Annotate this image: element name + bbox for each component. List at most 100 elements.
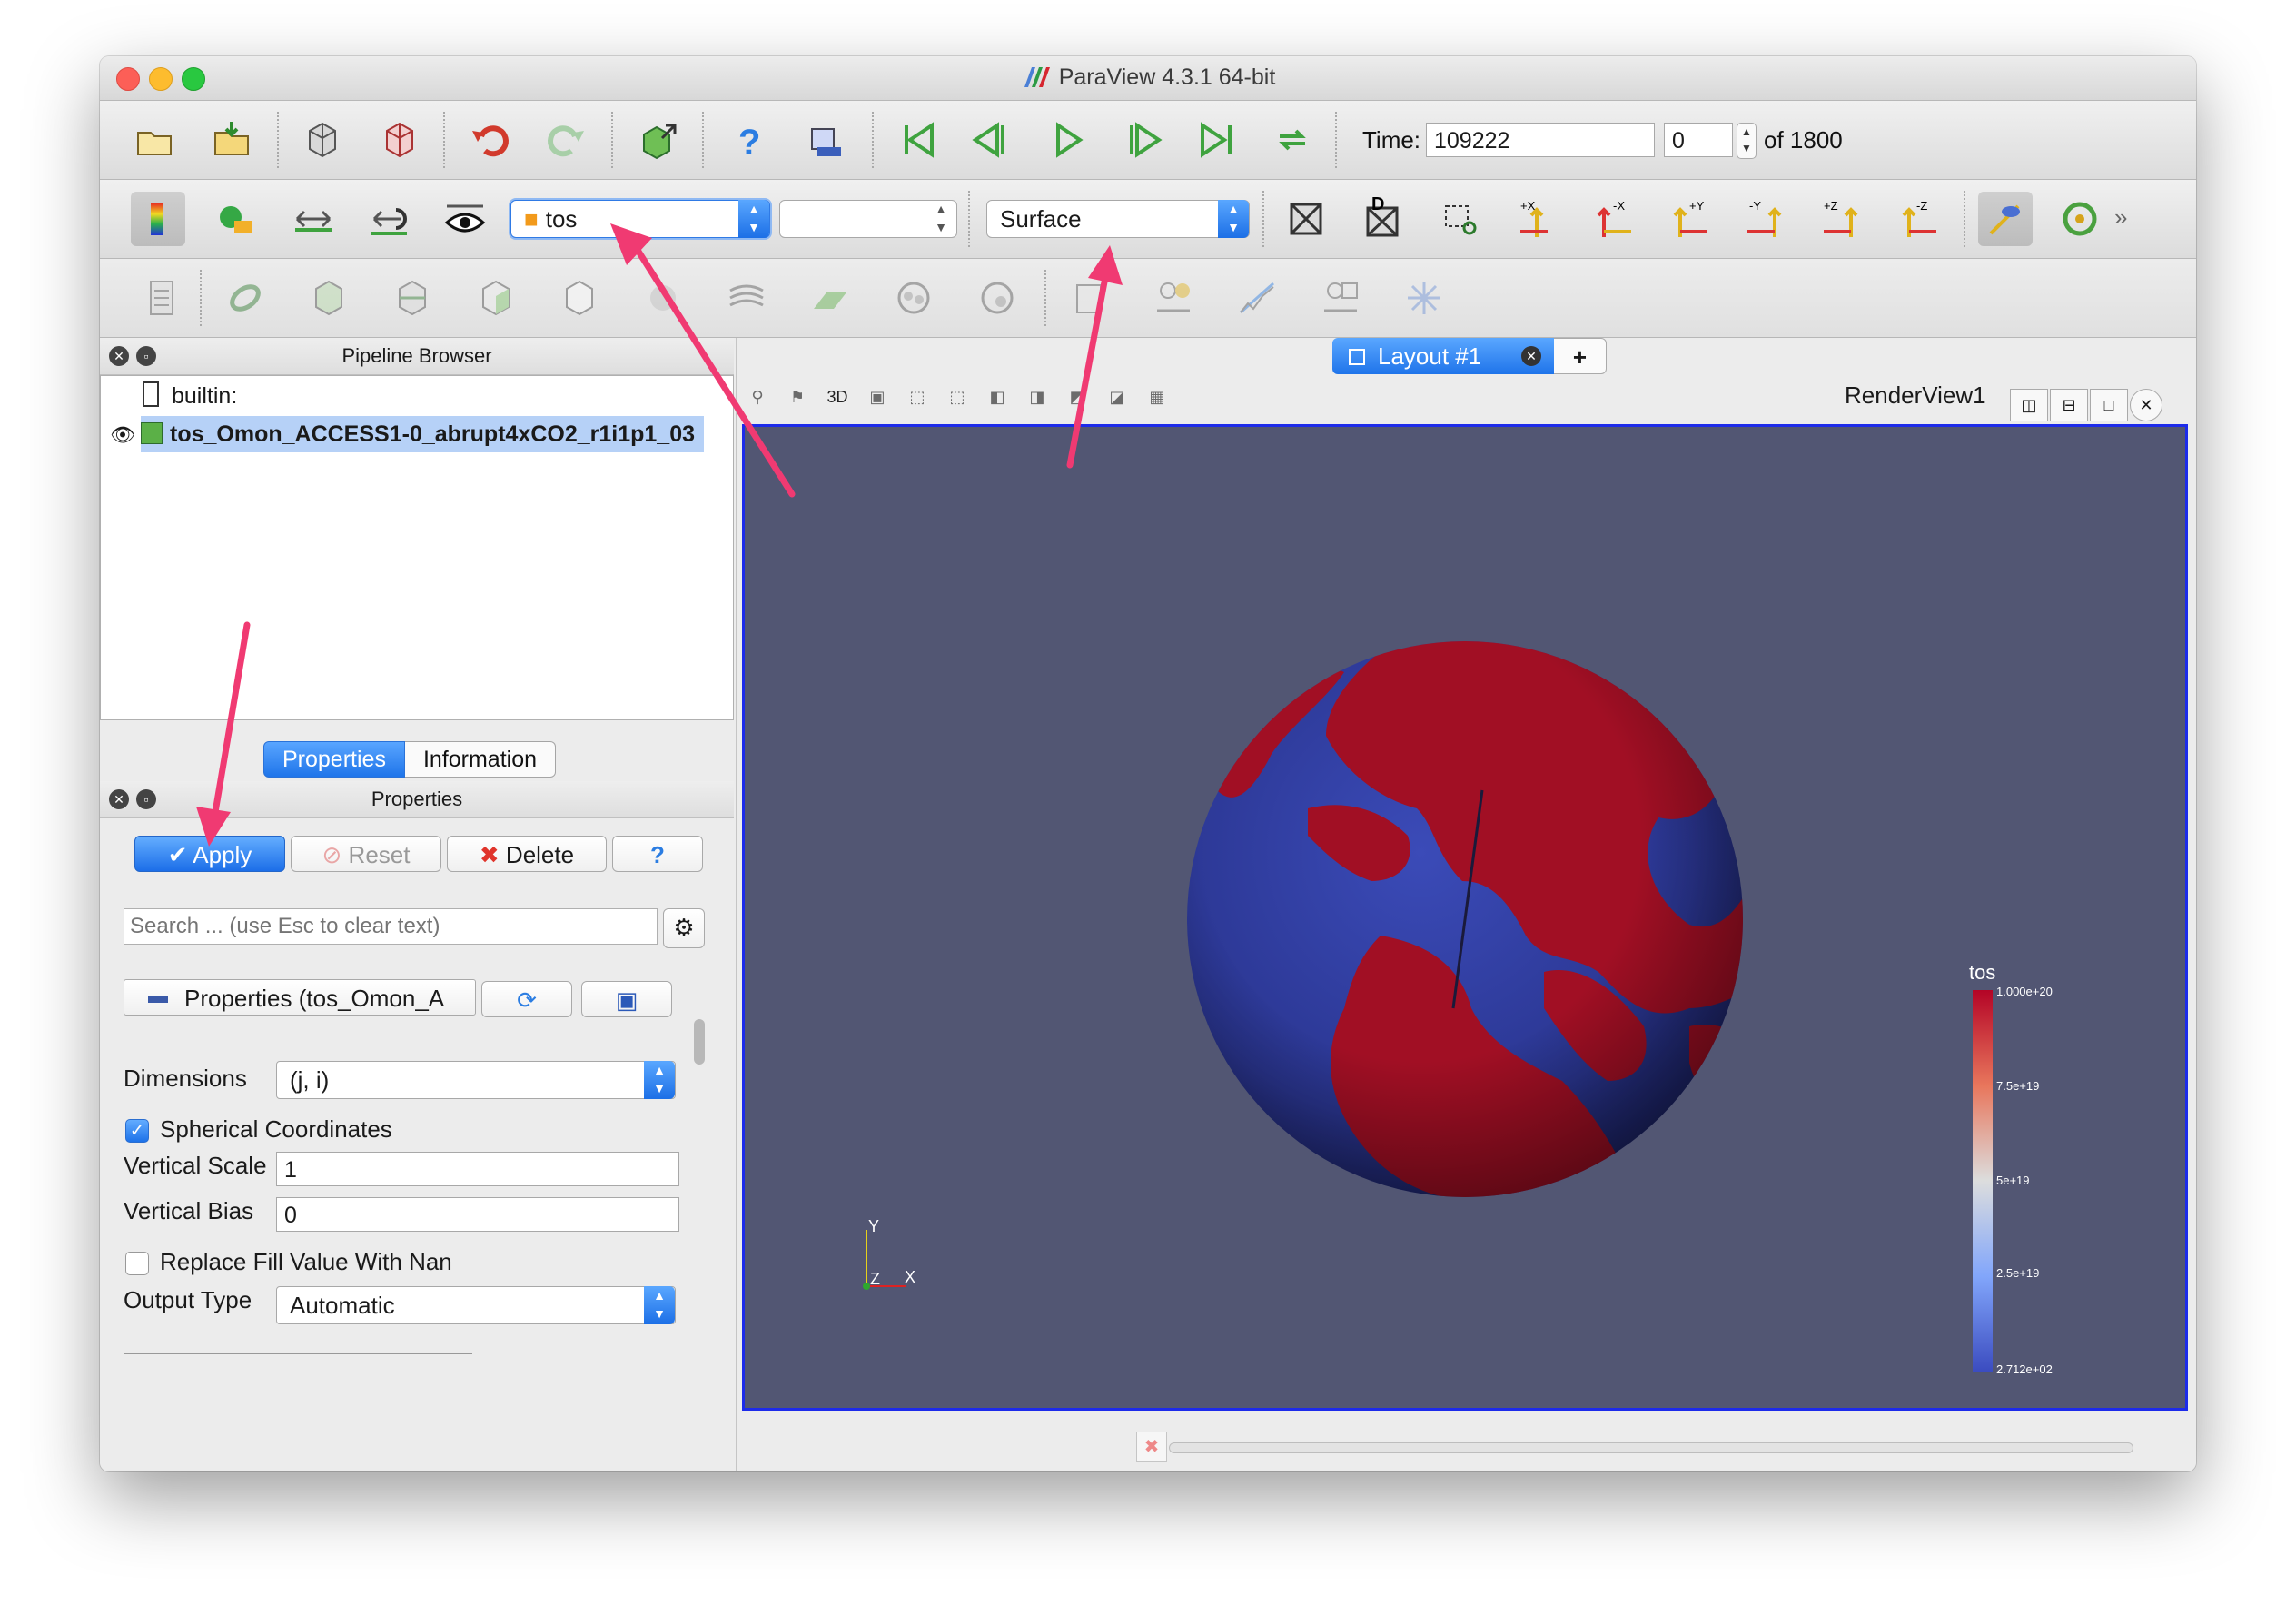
float-panel-icon[interactable]: ▫	[136, 346, 156, 366]
close-properties-icon[interactable]: ✕	[109, 789, 129, 809]
representation-select[interactable]: Surface ▲ ▼	[986, 200, 1250, 238]
reset-camera-icon[interactable]	[1279, 192, 1333, 246]
warp-icon[interactable]	[803, 271, 857, 325]
overflow-chevron-icon[interactable]: »	[2114, 203, 2127, 232]
tab-layout-1[interactable]: Layout #1 ✕	[1332, 338, 1554, 374]
rescale-range-icon[interactable]	[286, 192, 341, 246]
capture-icon[interactable]: ⚲	[744, 383, 771, 411]
screenshot-icon[interactable]: ▣	[864, 383, 891, 411]
abort-icon[interactable]: ✖	[1136, 1432, 1167, 1462]
camera-link-icon[interactable]	[797, 113, 852, 167]
help-button[interactable]: ?	[612, 836, 703, 872]
tab-properties[interactable]: Properties	[263, 741, 405, 778]
tab-information[interactable]: Information	[404, 741, 557, 778]
load-state-icon[interactable]	[204, 113, 259, 167]
visibility-eye-icon[interactable]: 👁	[110, 417, 135, 453]
view-minus-z-icon[interactable]: -Z	[1891, 192, 1945, 246]
apply-button[interactable]: ✔ Apply	[134, 836, 285, 872]
save-properties-icon[interactable]: ▣	[581, 981, 672, 1017]
view-plus-z-icon[interactable]: +Z	[1815, 192, 1869, 246]
component-select[interactable]: ▲ ▼	[779, 200, 957, 238]
plot-data-icon[interactable]	[1230, 271, 1284, 325]
interaction-icon[interactable]: ⚑	[784, 383, 811, 411]
reset-button[interactable]: ⊘ Reset	[291, 836, 441, 872]
slice-icon[interactable]	[385, 271, 440, 325]
stream-tracer-icon[interactable]	[719, 271, 774, 325]
select-points-icon[interactable]: ⬚	[944, 383, 971, 411]
previous-frame-icon[interactable]	[965, 113, 1019, 167]
split-horizontal-icon[interactable]: ◫	[2010, 389, 2048, 421]
pipeline-item-builtin[interactable]: builtin:	[143, 378, 724, 414]
extract-level-icon[interactable]	[970, 271, 1024, 325]
view-plus-x-icon[interactable]: +X	[1509, 192, 1564, 246]
close-panel-icon[interactable]: ✕	[109, 346, 129, 366]
time-step-field[interactable]: 0	[1664, 123, 1733, 157]
extract-subset-icon[interactable]	[552, 271, 607, 325]
last-frame-icon[interactable]	[1190, 113, 1244, 167]
plot-over-time-icon[interactable]	[1313, 271, 1368, 325]
view-minus-x-icon[interactable]: -X	[1586, 192, 1640, 246]
delete-button[interactable]: ✖ Delete	[447, 836, 607, 872]
time-step-spinner[interactable]: ▲ ▼	[1737, 123, 1757, 159]
time-value-field[interactable]: 109222	[1426, 123, 1655, 157]
clip-icon[interactable]	[302, 271, 356, 325]
float-properties-icon[interactable]: ▫	[136, 789, 156, 809]
close-view-icon[interactable]: ✕	[2130, 389, 2162, 421]
help-icon[interactable]: ?	[722, 113, 777, 167]
select-polygon-icon[interactable]: ◨	[1024, 383, 1051, 411]
save-data-icon[interactable]	[295, 113, 350, 167]
render-view[interactable]: Y X Z tos 1.000e+20 7.5e+19 5e+19 2.5e+1…	[742, 424, 2188, 1411]
first-frame-icon[interactable]	[890, 113, 945, 167]
contour-icon[interactable]	[218, 271, 272, 325]
save-state-icon[interactable]	[372, 113, 427, 167]
output-type-select[interactable]: Automatic ▲ ▼	[276, 1286, 676, 1324]
view-minus-y-icon[interactable]: -Y	[1738, 192, 1793, 246]
connect-icon[interactable]	[631, 113, 686, 167]
vertical-bias-field[interactable]: 0	[276, 1197, 679, 1232]
glyph-icon[interactable]	[636, 271, 690, 325]
redo-icon[interactable]	[539, 113, 593, 167]
dimensions-select[interactable]: (j, i) ▲ ▼	[276, 1061, 676, 1099]
open-folder-icon[interactable]	[127, 113, 182, 167]
next-frame-icon[interactable]	[1115, 113, 1170, 167]
interactive-select-icon[interactable]: ◪	[1103, 383, 1131, 411]
split-vertical-icon[interactable]: ⊟	[2050, 389, 2088, 421]
group-datasets-icon[interactable]	[886, 271, 941, 325]
select-cells-icon[interactable]: ⬚	[904, 383, 931, 411]
search-input[interactable]	[124, 908, 658, 945]
advanced-gear-icon[interactable]: ⚙	[663, 908, 705, 948]
properties-vscrollbar[interactable]	[694, 1019, 705, 1065]
pipeline-item-source[interactable]: 👁 tos_Omon_ACCESS1-0_abrupt4xCO2_r1i1p1_…	[110, 416, 733, 452]
replace-fill-checkbox[interactable]	[125, 1252, 149, 1275]
select-block-icon[interactable]: ◩	[1064, 383, 1091, 411]
rescale-visible-icon[interactable]	[438, 192, 492, 246]
calculator-icon[interactable]	[134, 271, 189, 325]
rotation-center-icon[interactable]	[2053, 192, 2107, 246]
spherical-checkbox[interactable]: ✓	[125, 1119, 149, 1143]
vertical-scale-field[interactable]: 1	[276, 1152, 679, 1186]
select-frustum-icon[interactable]: ◧	[984, 383, 1011, 411]
loop-icon[interactable]	[1265, 113, 1320, 167]
zoom-to-box-icon[interactable]	[1433, 192, 1488, 246]
view-plus-y-icon[interactable]: +Y	[1662, 192, 1717, 246]
rescale-custom-icon[interactable]	[361, 192, 416, 246]
color-legend-icon[interactable]	[131, 192, 185, 246]
globe-shading	[1187, 641, 1743, 1197]
plot-over-line-icon[interactable]	[1063, 271, 1117, 325]
collapse-minus-icon[interactable]	[148, 996, 168, 1003]
play-icon[interactable]	[1040, 113, 1094, 167]
undo-icon[interactable]	[463, 113, 518, 167]
clear-selection-icon[interactable]: ▦	[1143, 383, 1171, 411]
maximize-view-icon[interactable]: □	[2090, 389, 2128, 421]
glyph-star-icon[interactable]	[1397, 271, 1451, 325]
histogram-icon[interactable]	[1146, 271, 1201, 325]
color-by-select[interactable]: ■ tos ▲ ▼	[510, 200, 770, 238]
refresh-icon[interactable]: ⟳	[481, 981, 572, 1017]
close-layout-icon[interactable]: ✕	[1521, 346, 1541, 366]
toggle-3d-button[interactable]: 3D	[824, 383, 851, 411]
add-layout-button[interactable]: +	[1554, 338, 1607, 374]
edit-colormap-icon[interactable]	[209, 192, 263, 246]
threshold-icon[interactable]	[469, 271, 523, 325]
zoom-to-data-icon[interactable]: D	[1355, 192, 1410, 246]
center-axes-icon[interactable]	[1978, 192, 2033, 246]
